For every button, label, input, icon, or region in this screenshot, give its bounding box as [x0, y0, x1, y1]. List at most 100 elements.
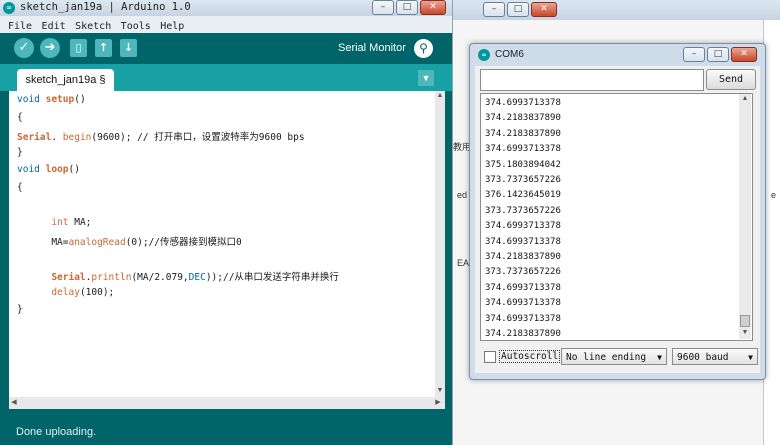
chevron-down-icon: ▼ [748, 353, 753, 362]
close-icon[interactable]: ✕ [531, 2, 557, 17]
output-line: 374.6993713378 [485, 144, 561, 155]
code-line: { [17, 112, 23, 123]
upload-icon[interactable]: ➜ [40, 38, 60, 58]
code-line: delay(100); [17, 287, 114, 298]
output-line: 373.7373657226 [485, 175, 561, 185]
output-line: 373.7373657226 [485, 267, 561, 278]
ide-menubar: File Edit Sketch Tools Help [0, 16, 452, 33]
arduino-logo-icon: ∞ [478, 49, 490, 61]
baud-rate-value: 9600 baud [677, 352, 729, 363]
autoscroll-checkbox[interactable] [484, 351, 496, 363]
save-sketch-icon[interactable]: ↓ [120, 39, 137, 57]
minimize-icon[interactable]: – [683, 47, 705, 62]
code-line: { [17, 182, 23, 193]
code-line: Serial.println(MA/2.079,DEC));//从串口发送字符串… [17, 269, 339, 283]
background-text: EA [457, 258, 470, 268]
output-line: 374.6993713378 [485, 98, 561, 108]
output-scrollbar[interactable]: ▲ ▼ [739, 94, 751, 339]
verify-icon[interactable]: ✓ [14, 38, 34, 58]
maximize-icon[interactable]: □ [707, 47, 729, 62]
chevron-down-icon: ▼ [657, 353, 662, 362]
code-token: ));//从串口发送字符串并换行 [205, 272, 339, 283]
code-token: MA= [17, 237, 69, 248]
scroll-left-icon[interactable]: ◀ [9, 398, 19, 408]
line-ending-select[interactable]: No line ending ▼ [561, 348, 667, 365]
new-sketch-icon[interactable]: ▯ [70, 39, 87, 57]
output-line: 374.6993713378 [485, 313, 561, 324]
serial-monitor-window: ∞ COM6 – □ ✕ Send 374.6993713378 374.2183… [469, 43, 766, 380]
serial-monitor-footer: Autoscroll No line ending ▼ 9600 baud ▼ [475, 345, 760, 373]
output-line: 374.6993713378 [485, 298, 561, 309]
open-sketch-icon[interactable]: ↑ [95, 39, 112, 57]
serial-monitor-window-controls: – □ ✕ [683, 47, 757, 62]
ide-status-bar: Done uploading. [0, 412, 452, 445]
background-text: e [771, 190, 777, 200]
output-line: 374.2183837890 [485, 329, 561, 339]
tab-menu-icon[interactable]: ▼ [418, 70, 434, 86]
scroll-up-icon[interactable]: ▲ [740, 94, 750, 104]
output-line: 374.2183837890 [485, 128, 561, 139]
autoscroll-label[interactable]: Autoscroll [499, 350, 561, 363]
output-line: 374.6993713378 [485, 282, 561, 293]
code-token: (MA/2.079, [131, 272, 189, 283]
code-token: void [17, 94, 46, 105]
arduino-logo-icon: ∞ [3, 2, 15, 14]
code-token: void [17, 164, 46, 175]
output-line: 376.1423645019 [485, 190, 561, 201]
maximize-icon[interactable]: □ [507, 2, 529, 17]
code-token: } [17, 304, 23, 315]
line-ending-value: No line ending [566, 352, 647, 363]
background-titlebar: – □ ✕ [453, 0, 780, 20]
ide-window-controls: – □ ✕ [372, 0, 446, 15]
code-token: delay [51, 286, 80, 298]
editor-vertical-scrollbar[interactable]: ▲ ▼ [435, 91, 445, 397]
scroll-thumb[interactable] [740, 315, 750, 327]
code-token: } [17, 146, 23, 158]
status-message: Done uploading. [16, 426, 97, 438]
scroll-right-icon[interactable]: ▶ [433, 398, 443, 408]
close-icon[interactable]: ✕ [731, 47, 757, 62]
scroll-up-icon[interactable]: ▲ [435, 91, 445, 101]
tab-sketch[interactable]: sketch_jan19a § [17, 69, 114, 91]
minimize-icon[interactable]: – [372, 0, 394, 15]
code-line: } [17, 147, 23, 158]
minimize-icon[interactable]: – [483, 2, 505, 17]
maximize-icon[interactable]: □ [396, 0, 418, 15]
code-line: int MA; [17, 217, 91, 228]
serial-monitor-titlebar: ∞ COM6 – □ ✕ [470, 44, 765, 64]
send-button[interactable]: Send [706, 69, 756, 90]
code-token: (9600); // 打开串口，设置波特率为9600 bps [91, 132, 305, 143]
code-token: begin [62, 132, 92, 143]
output-line: 375.1803894042 [485, 159, 561, 170]
background-text: ed [457, 190, 468, 200]
code-token: () [74, 94, 86, 105]
code-token: DEC [188, 272, 206, 283]
code-token: Serial [51, 272, 86, 283]
code-line: void setup() [17, 94, 86, 105]
code-line: Serial. begin(9600); // 打开串口，设置波特率为9600 … [17, 129, 305, 143]
output-line: 374.2183837890 [485, 113, 561, 124]
ide-window-title: sketch_jan19a | Arduino 1.0 [20, 1, 191, 13]
code-editor[interactable]: void setup() { Serial. begin(9600); // 打开串… [9, 91, 435, 397]
code-token: MA; [68, 216, 92, 228]
output-line: 373.7373657226 [485, 205, 561, 216]
code-line: MA=analogRead(0);//传感器接到模拟口0 [17, 234, 241, 248]
baud-rate-select[interactable]: 9600 baud ▼ [672, 348, 758, 365]
code-token: { [17, 181, 23, 193]
code-token: setup [45, 94, 75, 105]
code-token: println [91, 272, 132, 283]
code-line: } [17, 304, 23, 315]
serial-monitor-label: Serial Monitor [338, 42, 406, 54]
scroll-down-icon[interactable]: ▼ [435, 386, 445, 396]
send-input[interactable] [480, 69, 704, 91]
code-token: analogRead [68, 237, 126, 248]
scroll-down-icon[interactable]: ▼ [740, 328, 750, 338]
serial-monitor-title: COM6 [495, 49, 524, 60]
serial-output[interactable]: 374.6993713378 374.2183837890 374.21838378… [480, 93, 753, 341]
code-token: int [51, 216, 69, 228]
serial-monitor-icon[interactable]: ⚲ [414, 39, 433, 58]
editor-horizontal-scrollbar[interactable]: ◀ ▶ [9, 397, 445, 409]
close-icon[interactable]: ✕ [420, 0, 446, 15]
